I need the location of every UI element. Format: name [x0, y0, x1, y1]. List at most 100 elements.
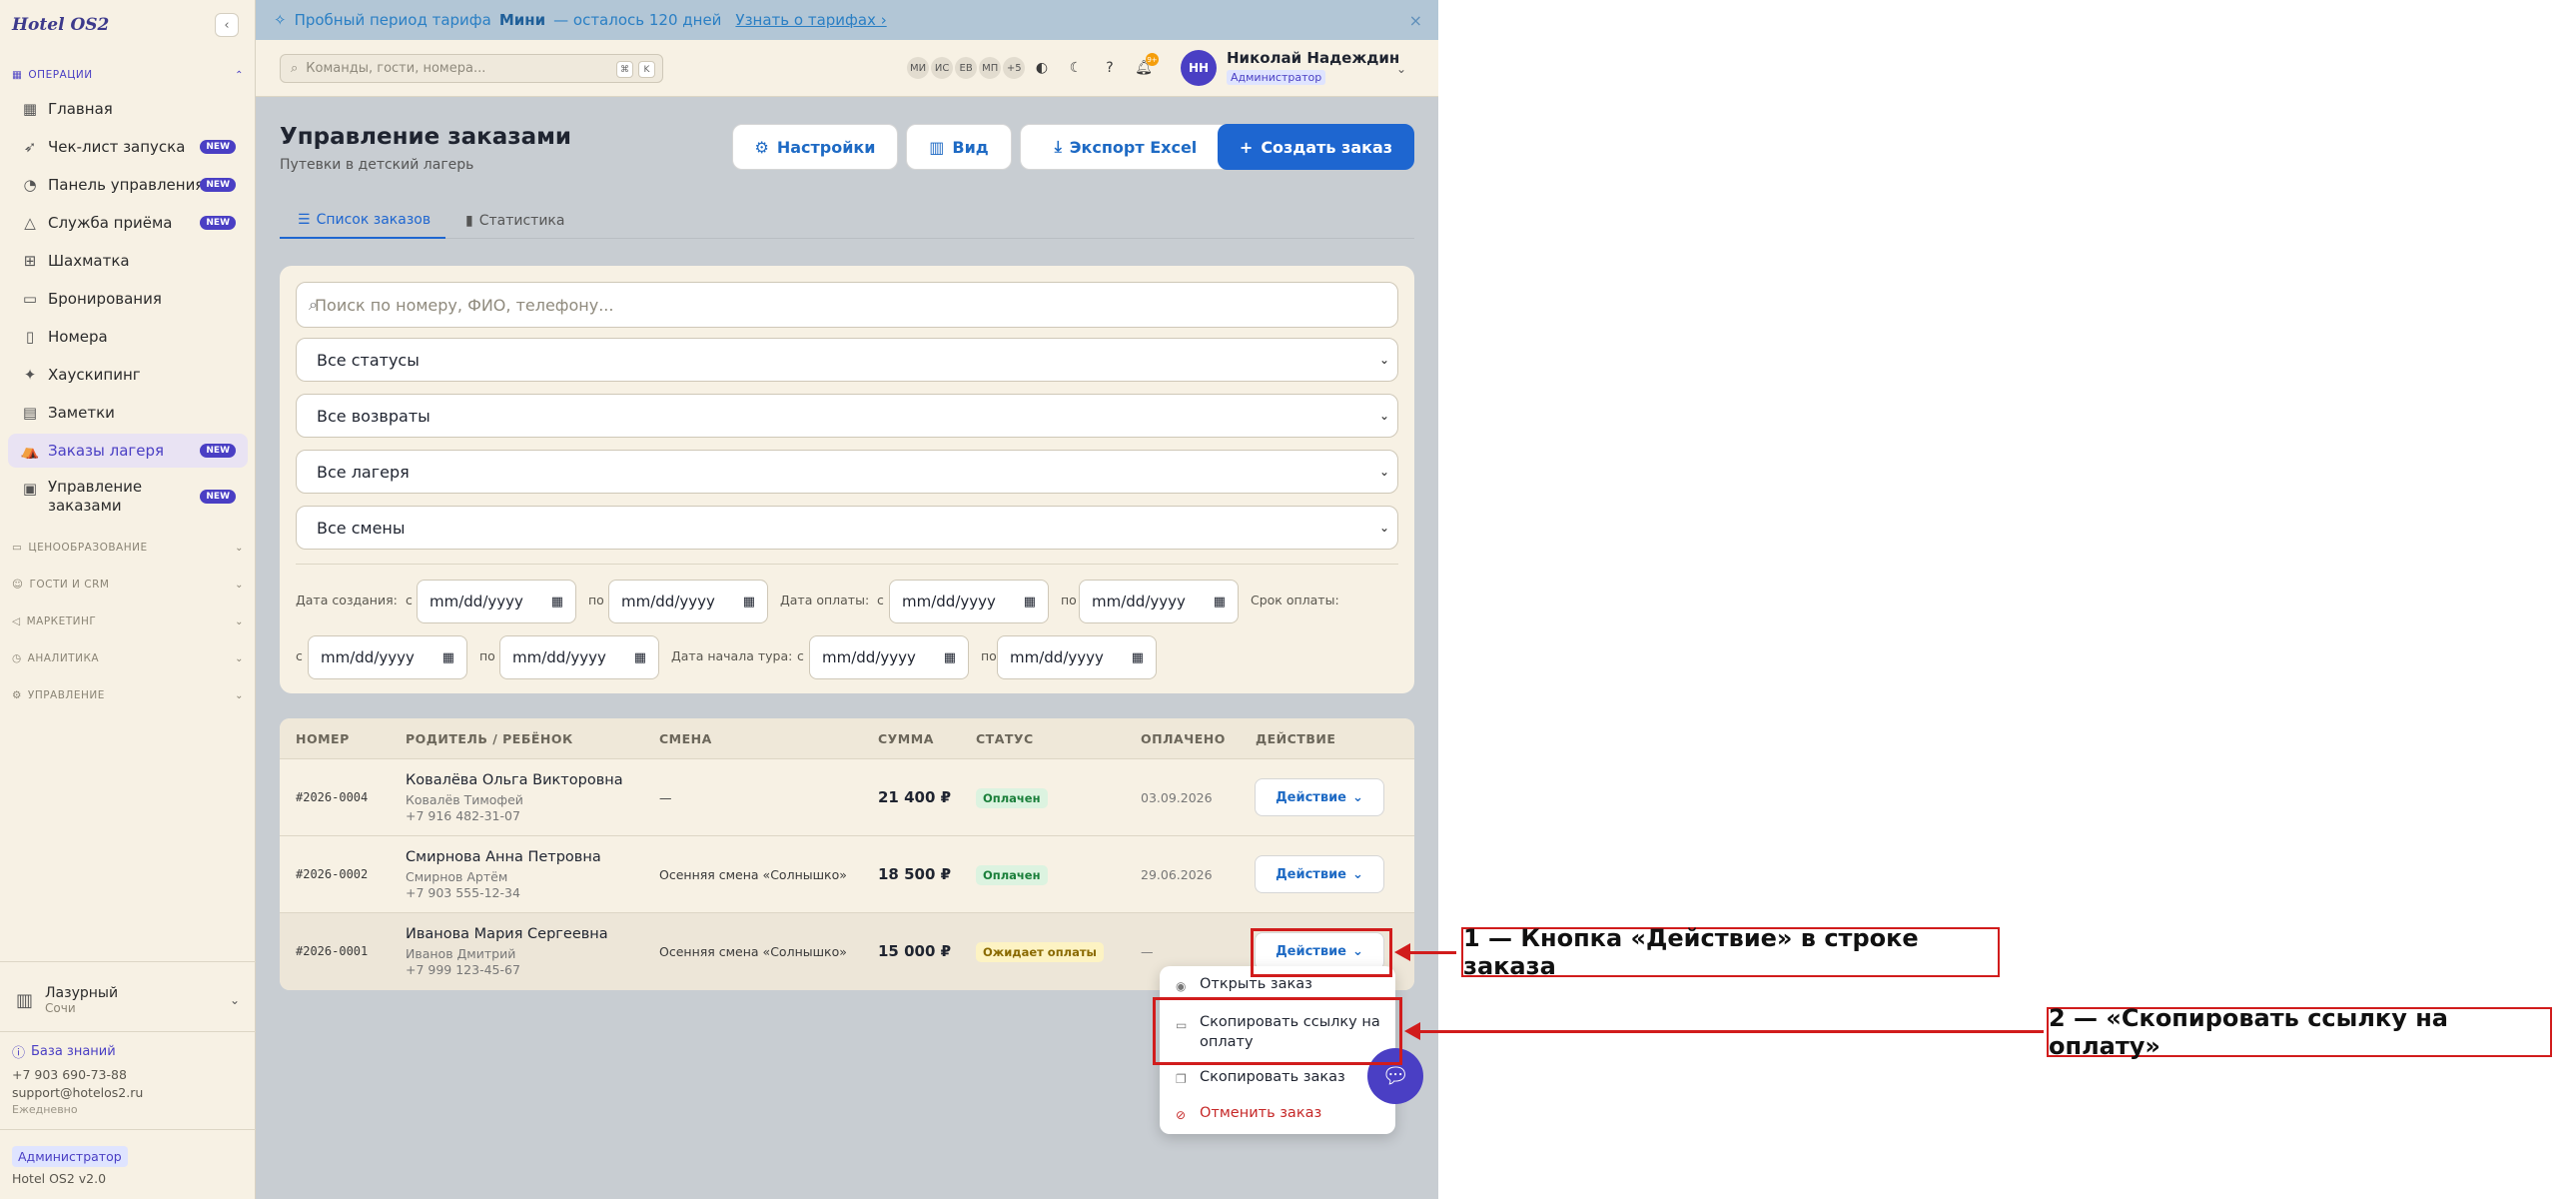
tab-statistics[interactable]: ▮ Статистика — [465, 203, 585, 239]
sidebar-item-housekeeping[interactable]: ✦ Хаускипинг — [8, 358, 248, 392]
sidebar-item-checklist[interactable]: ➶ Чек-лист запуска NEW — [8, 130, 248, 164]
created-from-date[interactable]: mm/dd/yyyy ▦ — [417, 580, 576, 623]
collapse-sidebar-button[interactable]: ‹ — [215, 13, 239, 37]
tour-to-date[interactable]: mm/dd/yyyy ▦ — [997, 635, 1157, 679]
grid-icon: ▦ — [12, 69, 23, 81]
menu-item-open-order[interactable]: ◉ Открыть заказ — [1176, 976, 1312, 993]
sidebar-item-rooms[interactable]: ▯ Номера — [8, 320, 248, 354]
section-management[interactable]: ⚙ УПРАВЛЕНИЕ ⌄ — [12, 689, 244, 701]
paid-date: — — [1141, 944, 1154, 959]
status-badge: Оплачен — [976, 788, 1048, 808]
view-button[interactable]: ▥ Вид — [906, 124, 1012, 170]
kbd-cmd: ⌘ — [616, 61, 633, 78]
user-avatar[interactable]: НН — [1181, 50, 1217, 86]
parent-name: Смирнова Анна Петровна — [406, 849, 601, 865]
new-badge: NEW — [200, 216, 236, 230]
columns-icon: ▥ — [929, 137, 945, 157]
created-to-date[interactable]: mm/dd/yyyy ▦ — [608, 580, 768, 623]
tour-from-date[interactable]: mm/dd/yyyy ▦ — [809, 635, 969, 679]
table-row[interactable]: #2026-0002 Смирнова Анна Петровна Смирно… — [280, 836, 1414, 913]
child-name: Иванов Дмитрий — [406, 946, 516, 961]
divider — [296, 564, 1398, 565]
ban-icon: ⊘ — [1176, 1108, 1187, 1122]
bell-icon[interactable]: 🔔︎ 9+ — [1133, 53, 1159, 79]
order-search-input[interactable]: ⌕ Поиск по номеру, ФИО, телефону... — [296, 282, 1398, 328]
chevron-down-icon: ⌄ — [1352, 789, 1363, 805]
online-users[interactable]: МИ ИС ЕВ МП +5 — [907, 57, 1026, 79]
chevron-down-icon: ⌄ — [235, 579, 244, 591]
moon-icon[interactable]: ☾ — [1065, 57, 1087, 79]
order-number: #2026-0001 — [296, 944, 369, 958]
arrow-1 — [1410, 951, 1456, 954]
rocket-icon: ➶ — [23, 138, 37, 156]
sidebar-item-dashboard[interactable]: ◔ Панель управления NEW — [8, 168, 248, 202]
table-row[interactable]: #2026-0004 Ковалёва Ольга Викторовна Ков… — [280, 759, 1414, 836]
command-search-input[interactable]: ⌕ Команды, гости, номера... ⌘ K — [280, 54, 663, 83]
menu-item-copy-order[interactable]: ❐ Скопировать заказ — [1176, 1069, 1345, 1086]
export-excel-button[interactable]: ⤓ Экспорт Excel — [1020, 124, 1232, 170]
tab-order-list[interactable]: ☰ Список заказов — [280, 203, 445, 239]
sparkle-icon: ✧ — [274, 11, 287, 29]
order-sum: 21 400 ₽ — [878, 788, 952, 806]
close-icon[interactable]: × — [1409, 11, 1422, 30]
column-header: СТАТУС — [976, 731, 1034, 746]
chevron-down-icon[interactable]: ⌄ — [1396, 62, 1406, 76]
status-select[interactable]: Все статусы ⌄ — [296, 338, 1398, 382]
column-header: СУММА — [878, 731, 934, 746]
due-from-date[interactable]: mm/dd/yyyy ▦ — [308, 635, 467, 679]
door-icon: ▯ — [25, 328, 35, 346]
help-circle-icon: ⓘ — [12, 1046, 26, 1061]
chevron-down-icon: ⌄ — [1352, 866, 1363, 882]
status-badge: Ожидает оплаты — [976, 942, 1104, 962]
sidebar-item-camp-orders[interactable]: ⛺ Заказы лагеря NEW — [8, 434, 248, 468]
user-name[interactable]: Николай Надеждин — [1227, 49, 1399, 67]
camp-select[interactable]: Все лагеря ⌄ — [296, 450, 1398, 494]
eye-icon: ◉ — [1176, 979, 1187, 993]
action-button[interactable]: Действие ⌄ — [1255, 778, 1384, 816]
parent-name: Ковалёва Ольга Викторовна — [406, 772, 623, 788]
topbar: ⌕ Команды, гости, номера... ⌘ K МИ ИС ЕВ… — [256, 40, 1438, 97]
shift-select[interactable]: Все смены ⌄ — [296, 506, 1398, 550]
list-icon: ☰ — [298, 212, 311, 228]
knowledge-base-link[interactable]: ⓘ База знаний — [12, 1042, 116, 1061]
section-operations[interactable]: ▦ ОПЕРАЦИИ ⌃ — [12, 69, 244, 81]
action-button[interactable]: Действие ⌄ — [1255, 855, 1384, 893]
paid-from-date[interactable]: mm/dd/yyyy ▦ — [889, 580, 1049, 623]
shift: — — [659, 790, 672, 805]
sidebar-item-chessboard[interactable]: ⊞ Шахматка — [8, 244, 248, 278]
paid-to-date[interactable]: mm/dd/yyyy ▦ — [1079, 580, 1239, 623]
refund-select[interactable]: Все возвраты ⌄ — [296, 394, 1398, 438]
divider — [0, 1031, 256, 1032]
trial-banner: ✧ Пробный период тарифа Мини — осталось … — [256, 0, 1438, 40]
menu-item-cancel-order[interactable]: ⊘ Отменить заказ — [1176, 1105, 1321, 1122]
from-label: с — [797, 648, 804, 663]
help-icon[interactable]: ? — [1099, 57, 1121, 79]
settings-button[interactable]: ⚙ Настройки — [732, 124, 898, 170]
arrow-head-1 — [1394, 943, 1410, 961]
sidebar-item-notes[interactable]: ▤ Заметки — [8, 396, 248, 430]
tour-date-label: Дата начала тура: — [671, 648, 793, 663]
hotel-switcher[interactable]: ▥ Лазурный Сочи ⌄ — [16, 977, 240, 1023]
palette-icon[interactable]: ◐ — [1031, 57, 1053, 79]
section-marketing[interactable]: ◁ МАРКЕТИНГ ⌄ — [12, 615, 244, 627]
status-badge: Оплачен — [976, 865, 1048, 885]
sidebar-item-front-desk[interactable]: △ Служба приёма NEW — [8, 206, 248, 240]
chevron-down-icon: ⌄ — [235, 615, 244, 627]
chevron-down-icon: ⌄ — [1378, 409, 1389, 423]
users-icon: ☺ — [12, 579, 24, 591]
order-sum: 18 500 ₽ — [878, 865, 952, 883]
sidebar-item-order-management[interactable]: ▣ Управление заказами NEW — [8, 478, 248, 520]
divider — [0, 1129, 256, 1130]
section-pricing[interactable]: ▭ ЦЕНООБРАЗОВАНИЕ ⌄ — [12, 542, 244, 554]
section-analytics[interactable]: ◷ АНАЛИТИКА ⌄ — [12, 652, 244, 664]
sidebar-item-bookings[interactable]: ▭ Бронирования — [8, 282, 248, 316]
create-order-button[interactable]: + Создать заказ — [1218, 124, 1414, 170]
pricing-link[interactable]: Узнать о тарифах › — [735, 11, 886, 29]
gear-icon: ⚙ — [754, 137, 769, 157]
phone: +7 903 555-12-34 — [406, 885, 520, 900]
section-guests-crm[interactable]: ☺ ГОСТИ И CRM ⌄ — [12, 579, 244, 591]
notification-count: 9+ — [1146, 53, 1159, 66]
sidebar-item-home[interactable]: ▦ Главная — [8, 92, 248, 126]
hotel-city: Сочи — [45, 1001, 76, 1015]
due-to-date[interactable]: mm/dd/yyyy ▦ — [499, 635, 659, 679]
